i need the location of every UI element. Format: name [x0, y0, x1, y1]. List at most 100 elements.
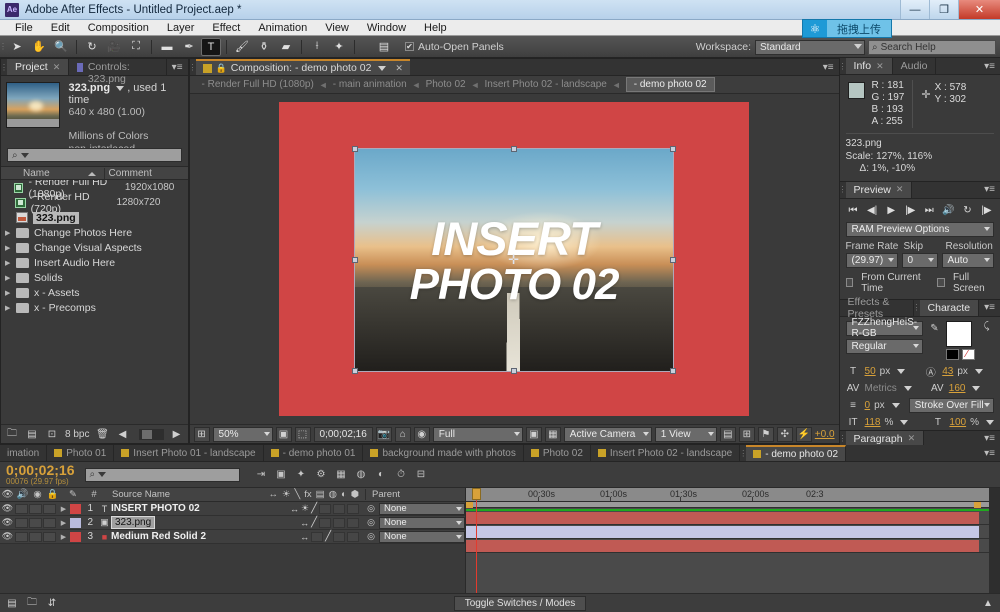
- chevron-down-icon[interactable]: [972, 386, 980, 391]
- roto-brush-tool-icon[interactable]: ⟊: [307, 38, 327, 56]
- resolution-select[interactable]: Full: [433, 427, 523, 442]
- layer-solo-toggle[interactable]: [29, 532, 42, 542]
- layer-motionblur-icon[interactable]: ╱: [311, 503, 317, 514]
- layer-switch-box[interactable]: [347, 504, 359, 514]
- menu-animation[interactable]: Animation: [249, 20, 316, 36]
- collapse-transform-icon[interactable]: ◐: [374, 468, 389, 482]
- breadcrumb-item-current[interactable]: - demo photo 02: [626, 77, 715, 92]
- new-composition-icon[interactable]: ▤: [25, 428, 39, 441]
- work-area-end-handle[interactable]: [974, 502, 981, 508]
- brainstorm-icon[interactable]: ✦: [294, 468, 309, 482]
- table-row[interactable]: 👁 ▶ 3 ■ Medium Red Solid 2 ↔ ╱ ◎: [0, 530, 465, 544]
- chevron-down-icon[interactable]: [904, 386, 912, 391]
- ram-preview-options-select[interactable]: RAM Preview Options: [846, 222, 994, 237]
- text-layer[interactable]: INSERT PHOTO 02: [355, 216, 673, 308]
- tab-photo-02[interactable]: Photo 02: [524, 445, 591, 461]
- scroll-right-icon[interactable]: ▶: [170, 428, 184, 441]
- layer-source-name[interactable]: INSERT PHOTO 02: [111, 503, 200, 514]
- chevron-down-icon[interactable]: [897, 369, 905, 374]
- timeline-track-area[interactable]: 00:30s 01:00s 01:30s 02:00s 02:3: [466, 488, 989, 593]
- menu-layer[interactable]: Layer: [158, 20, 204, 36]
- close-icon[interactable]: ✕: [876, 61, 884, 72]
- zoom-level-select[interactable]: 50%: [213, 427, 273, 442]
- breadcrumb-item-1[interactable]: - main animation: [333, 79, 407, 90]
- layer-expand-arrow-icon[interactable]: ▶: [57, 505, 70, 513]
- layer-lock-toggle[interactable]: [43, 532, 56, 542]
- lock-icon[interactable]: 🔒: [216, 63, 227, 74]
- menu-file[interactable]: File: [6, 20, 42, 36]
- comp-flowchart-icon[interactable]: ✣: [777, 427, 793, 442]
- tab-insert-photo-02-landscape[interactable]: Insert Photo 02 - landscape: [591, 445, 740, 461]
- preview-resolution-select[interactable]: Auto: [942, 253, 994, 268]
- swap-colors-icon[interactable]: ⤹: [979, 321, 994, 332]
- layer-expand-arrow-icon[interactable]: ▶: [57, 519, 70, 527]
- parent-pickwhip-icon[interactable]: ◎: [363, 531, 379, 542]
- project-item-list[interactable]: - Render Full HD (1080p) 1920x1080 - Ren…: [1, 180, 188, 424]
- expand-arrow-icon[interactable]: ▶: [5, 304, 16, 312]
- views-select[interactable]: 1 View: [655, 427, 717, 442]
- table-row[interactable]: 👁 ▶ 2 ▣ 323.png ↔ ╱ ◎ None: [0, 516, 465, 530]
- layer-duration-bar[interactable]: [466, 526, 979, 538]
- exposure-value[interactable]: +0.0: [815, 429, 835, 440]
- layer-source-name[interactable]: Medium Red Solid 2: [111, 531, 206, 542]
- from-current-time-checkbox[interactable]: [846, 278, 854, 287]
- project-panel-menu-icon[interactable]: ▾≡: [167, 59, 188, 75]
- auto-open-panels-toggle[interactable]: ✔ Auto-Open Panels: [405, 41, 504, 53]
- vertical-scale-value[interactable]: 118: [865, 417, 881, 428]
- tab-audio[interactable]: Audio: [893, 58, 937, 74]
- list-item[interactable]: ▶ Change Visual Aspects: [1, 240, 188, 255]
- track-row[interactable]: [466, 511, 989, 525]
- timeline-search-input[interactable]: ⌕: [85, 468, 240, 482]
- parent-pickwhip-icon[interactable]: ◎: [363, 503, 379, 514]
- clone-stamp-tool-icon[interactable]: ⚱: [254, 38, 274, 56]
- layer-audio-toggle[interactable]: [15, 518, 28, 528]
- chevron-down-icon[interactable]: [892, 403, 900, 408]
- layer-switch-box[interactable]: [319, 504, 331, 514]
- toolbar-grip[interactable]: ⋮: [0, 42, 6, 51]
- list-item[interactable]: ▶ x - Assets: [1, 285, 188, 300]
- frame-rate-select[interactable]: (29.97): [846, 253, 898, 268]
- graph-editor-icon[interactable]: ⇥: [254, 468, 269, 482]
- close-icon[interactable]: ✕: [53, 62, 61, 73]
- show-snapshot-icon[interactable]: ⌂: [395, 427, 411, 442]
- info-panel-menu-icon[interactable]: ▾≡: [979, 58, 1000, 74]
- expand-arrow-icon[interactable]: ▶: [5, 229, 16, 237]
- scroll-left-icon[interactable]: ◀: [115, 428, 129, 441]
- grid-guides-icon[interactable]: ▣: [276, 427, 292, 442]
- layer-visibility-toggle[interactable]: 👁: [0, 531, 15, 542]
- layer-switch-box[interactable]: [333, 532, 345, 542]
- ram-preview-button[interactable]: |▶: [979, 204, 994, 218]
- layer-label-color[interactable]: [70, 518, 81, 528]
- layer-solo-toggle[interactable]: [29, 518, 42, 528]
- parent-pickwhip-icon[interactable]: ◎: [363, 517, 379, 528]
- tab-demo-photo-01[interactable]: - demo photo 01: [264, 445, 364, 461]
- tab-insert-photo-01-landscape[interactable]: Insert Photo 01 - landscape: [114, 445, 263, 461]
- motion-blur-icon[interactable]: ▣: [274, 468, 289, 482]
- preview-panel-menu-icon[interactable]: ▾≡: [979, 182, 1000, 198]
- layer-lock-toggle[interactable]: [43, 518, 56, 528]
- pixel-aspect-icon[interactable]: ⊞: [739, 427, 755, 442]
- tab-character[interactable]: Characte: [920, 300, 980, 316]
- shape-tool-icon[interactable]: ▬: [157, 38, 177, 56]
- list-item[interactable]: ▶ Solids: [1, 270, 188, 285]
- project-search-input[interactable]: ⌕: [7, 148, 182, 162]
- layer-solo-toggle[interactable]: [29, 504, 42, 514]
- composition-viewer[interactable]: INSERT PHOTO 02 ✛: [190, 94, 839, 424]
- timeline-composition-icon[interactable]: ▤: [5, 597, 19, 610]
- layer-effects-icon[interactable]: ☀: [301, 503, 309, 514]
- font-style-select[interactable]: Regular: [846, 339, 923, 354]
- close-icon[interactable]: ✕: [896, 184, 904, 195]
- tracking-value[interactable]: 160: [949, 383, 966, 394]
- list-item[interactable]: ▶ x - Precomps: [1, 300, 188, 315]
- collapse-icon[interactable]: ▲: [981, 597, 995, 610]
- previous-frame-button[interactable]: ◀|: [865, 204, 880, 218]
- stroke-width-value[interactable]: 0: [865, 400, 871, 411]
- chevron-down-icon[interactable]: [116, 86, 124, 91]
- font-size-value[interactable]: 50: [865, 366, 876, 377]
- leading-value[interactable]: 43: [942, 366, 953, 377]
- close-button[interactable]: ✕: [958, 0, 1000, 19]
- auto-open-checkbox[interactable]: ✔: [405, 42, 414, 51]
- always-preview-icon[interactable]: ⊞: [194, 427, 210, 442]
- layer-switch-box[interactable]: [347, 532, 359, 542]
- workspace-select[interactable]: Standard: [755, 40, 865, 55]
